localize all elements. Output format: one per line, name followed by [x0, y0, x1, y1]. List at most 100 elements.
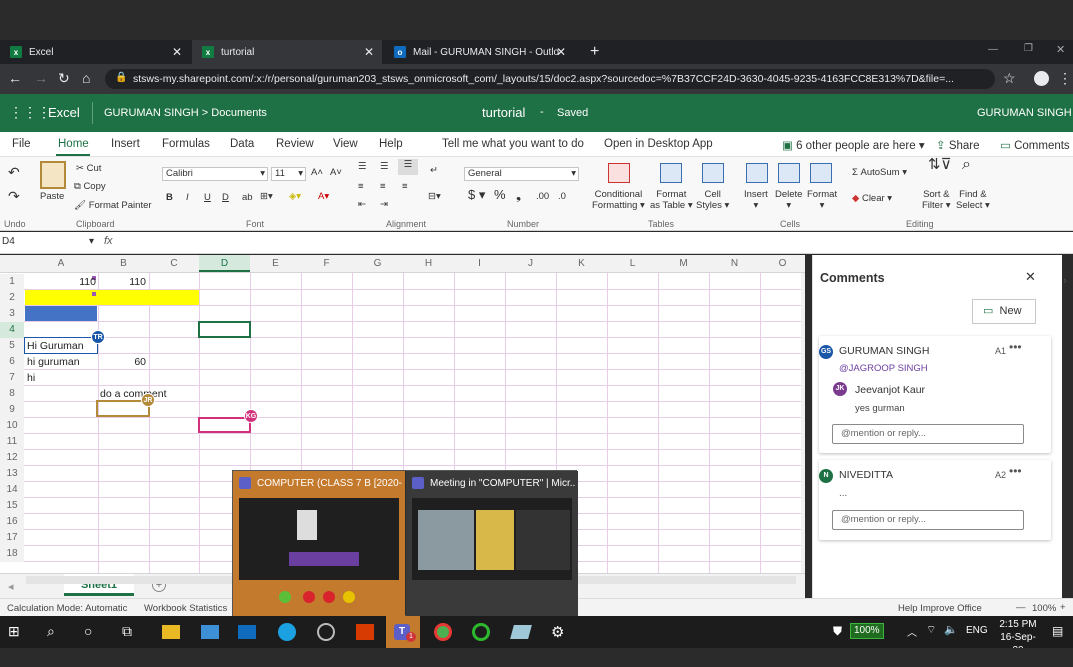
- task-view-icon[interactable]: ⧉: [122, 623, 140, 641]
- copy-button[interactable]: ⧉ Copy: [74, 181, 106, 192]
- comment-thread[interactable]: N NIVEDITTA A2 ••• ... @mention or reply…: [819, 460, 1051, 540]
- teams-taskbar-button[interactable]: T 1: [386, 616, 420, 648]
- browser-tab-turtorial[interactable]: x turtorial ✕: [192, 40, 382, 64]
- clear-button[interactable]: ◆ Clear ▾: [852, 193, 892, 204]
- zoom-level[interactable]: 100%: [1032, 603, 1056, 614]
- close-tab-icon[interactable]: ✕: [556, 45, 566, 59]
- undo-icon[interactable]: ↶: [8, 165, 20, 179]
- font-color-icon[interactable]: A▾: [318, 191, 329, 202]
- align-top-icon[interactable]: ☰: [358, 161, 367, 172]
- people-here-button[interactable]: ▣ 6 other people are here ▾: [782, 138, 925, 152]
- store-icon[interactable]: [201, 625, 219, 639]
- open-desktop-button[interactable]: Open in Desktop App: [604, 138, 713, 150]
- security-shield-icon[interactable]: ⛊: [833, 624, 842, 639]
- pane-expand-icon[interactable]: ›: [1063, 275, 1067, 287]
- tab-file[interactable]: File: [12, 138, 31, 150]
- cell-a1[interactable]: 110: [26, 275, 96, 289]
- number-format-select[interactable]: General ▾: [464, 167, 579, 181]
- comment-thread[interactable]: GS GURUMAN SINGH A1 ••• @JAGROOP SINGH J…: [819, 336, 1051, 453]
- browser-tab-mail[interactable]: o Mail - GURUMAN SINGH - Outlo ✕: [384, 40, 574, 64]
- mail-icon[interactable]: [238, 625, 256, 639]
- close-tab-icon[interactable]: ✕: [364, 45, 374, 59]
- increase-decimal-icon[interactable]: .00: [536, 191, 549, 202]
- new-comment-button[interactable]: ▭ New: [972, 299, 1036, 324]
- sync-app-icon[interactable]: [472, 623, 490, 641]
- column-header-m[interactable]: M: [658, 258, 709, 269]
- currency-icon[interactable]: $ ▾: [468, 188, 485, 201]
- row-header-16[interactable]: 16: [0, 514, 24, 530]
- shrink-font-icon[interactable]: A˅: [330, 167, 342, 178]
- increase-indent-icon[interactable]: ⇥: [380, 199, 388, 210]
- strikethrough-icon[interactable]: ab: [242, 192, 253, 203]
- chrome-icon[interactable]: [434, 623, 452, 641]
- language-indicator[interactable]: ENG: [966, 625, 988, 636]
- cell-styles-button[interactable]: Cell Styles ▾: [696, 189, 729, 211]
- column-header-c[interactable]: C: [149, 258, 199, 269]
- reload-icon[interactable]: ↻: [58, 70, 70, 87]
- find-select-button[interactable]: Find & Select ▾: [956, 189, 990, 211]
- window-close-icon[interactable]: ✕: [1056, 43, 1065, 56]
- column-header-j[interactable]: J: [505, 258, 556, 269]
- borders-icon[interactable]: ⊞▾: [260, 191, 273, 202]
- close-tab-icon[interactable]: ✕: [172, 45, 182, 59]
- zoom-in-icon[interactable]: +: [1060, 602, 1066, 613]
- settings-gear-icon[interactable]: ⚙: [551, 623, 569, 641]
- underline-icon[interactable]: U: [204, 192, 211, 203]
- align-middle-icon[interactable]: ☰: [380, 161, 389, 172]
- app-name[interactable]: Excel: [48, 105, 80, 120]
- workbook-statistics[interactable]: Workbook Statistics: [144, 603, 227, 614]
- row-header-2[interactable]: 2: [0, 290, 24, 306]
- delete-cells-button[interactable]: Delete ▾: [775, 189, 802, 211]
- column-header-g[interactable]: G: [352, 258, 403, 269]
- new-tab-button[interactable]: +: [580, 40, 604, 64]
- column-header-i[interactable]: I: [454, 258, 505, 269]
- cut-button[interactable]: ✂ Cut: [76, 163, 101, 174]
- format-as-table-button[interactable]: Format as Table ▾: [650, 189, 693, 211]
- column-header-o[interactable]: O: [760, 258, 805, 269]
- zoom-out-icon[interactable]: —: [1016, 602, 1026, 613]
- comment-mention[interactable]: @JAGROOP SINGH: [839, 363, 928, 374]
- column-header-l[interactable]: L: [607, 258, 658, 269]
- redo-icon[interactable]: ↷: [8, 189, 20, 203]
- grow-font-icon[interactable]: A˄: [311, 167, 323, 178]
- reply-input[interactable]: @mention or reply...: [832, 510, 1024, 530]
- font-name-select[interactable]: Calibri ▾: [162, 167, 268, 181]
- app-launcher-icon[interactable]: ⋮⋮⋮: [9, 104, 51, 121]
- help-improve-office[interactable]: Help Improve Office: [898, 603, 982, 614]
- notifications-icon[interactable]: ▤: [1052, 624, 1063, 638]
- tab-data[interactable]: Data: [230, 138, 254, 150]
- breadcrumb[interactable]: GURUMAN SINGH > Documents: [104, 107, 267, 119]
- tab-home[interactable]: Home: [58, 138, 89, 150]
- search-icon[interactable]: ⌕: [47, 623, 65, 641]
- cell-a5[interactable]: Hi Guruman: [27, 339, 84, 353]
- row-header-18[interactable]: 18: [0, 546, 24, 562]
- decrease-decimal-icon[interactable]: .0: [558, 191, 566, 202]
- double-underline-icon[interactable]: D: [222, 192, 229, 203]
- column-header-f[interactable]: F: [301, 258, 352, 269]
- formula-input[interactable]: [124, 236, 1064, 250]
- format-painter-button[interactable]: 🖌 Format Painter: [74, 200, 152, 211]
- wrap-text-icon[interactable]: ↵: [430, 165, 438, 176]
- presence-avatar-tr[interactable]: TR: [91, 330, 105, 344]
- more-options-icon[interactable]: •••: [1009, 464, 1022, 478]
- row-header-7[interactable]: 7: [0, 370, 24, 386]
- document-title[interactable]: turtorial: [482, 105, 525, 120]
- maximize-icon[interactable]: ❐: [1024, 43, 1033, 54]
- column-header-k[interactable]: K: [556, 258, 607, 269]
- file-explorer-icon[interactable]: [162, 625, 180, 639]
- notes-app-icon[interactable]: [510, 625, 532, 639]
- row-header-12[interactable]: 12: [0, 450, 24, 466]
- cell-b1[interactable]: 110: [98, 275, 146, 289]
- tab-view[interactable]: View: [333, 138, 358, 150]
- url-field[interactable]: 🔒 stsws-my.sharepoint.com/:x:/r/personal…: [105, 69, 995, 89]
- cell-a7[interactable]: hi: [27, 371, 35, 385]
- name-box[interactable]: D4 ▾: [2, 236, 94, 247]
- profile-avatar[interactable]: [1034, 71, 1049, 86]
- obs-icon[interactable]: [317, 623, 335, 641]
- home-icon[interactable]: ⌂: [82, 70, 90, 86]
- comment-cell-ref[interactable]: A1: [995, 346, 1006, 356]
- row-header-5[interactable]: 5: [0, 338, 24, 354]
- row-header-13[interactable]: 13: [0, 466, 24, 482]
- align-center-icon[interactable]: ≡: [380, 181, 386, 192]
- close-pane-icon[interactable]: ✕: [1025, 269, 1036, 285]
